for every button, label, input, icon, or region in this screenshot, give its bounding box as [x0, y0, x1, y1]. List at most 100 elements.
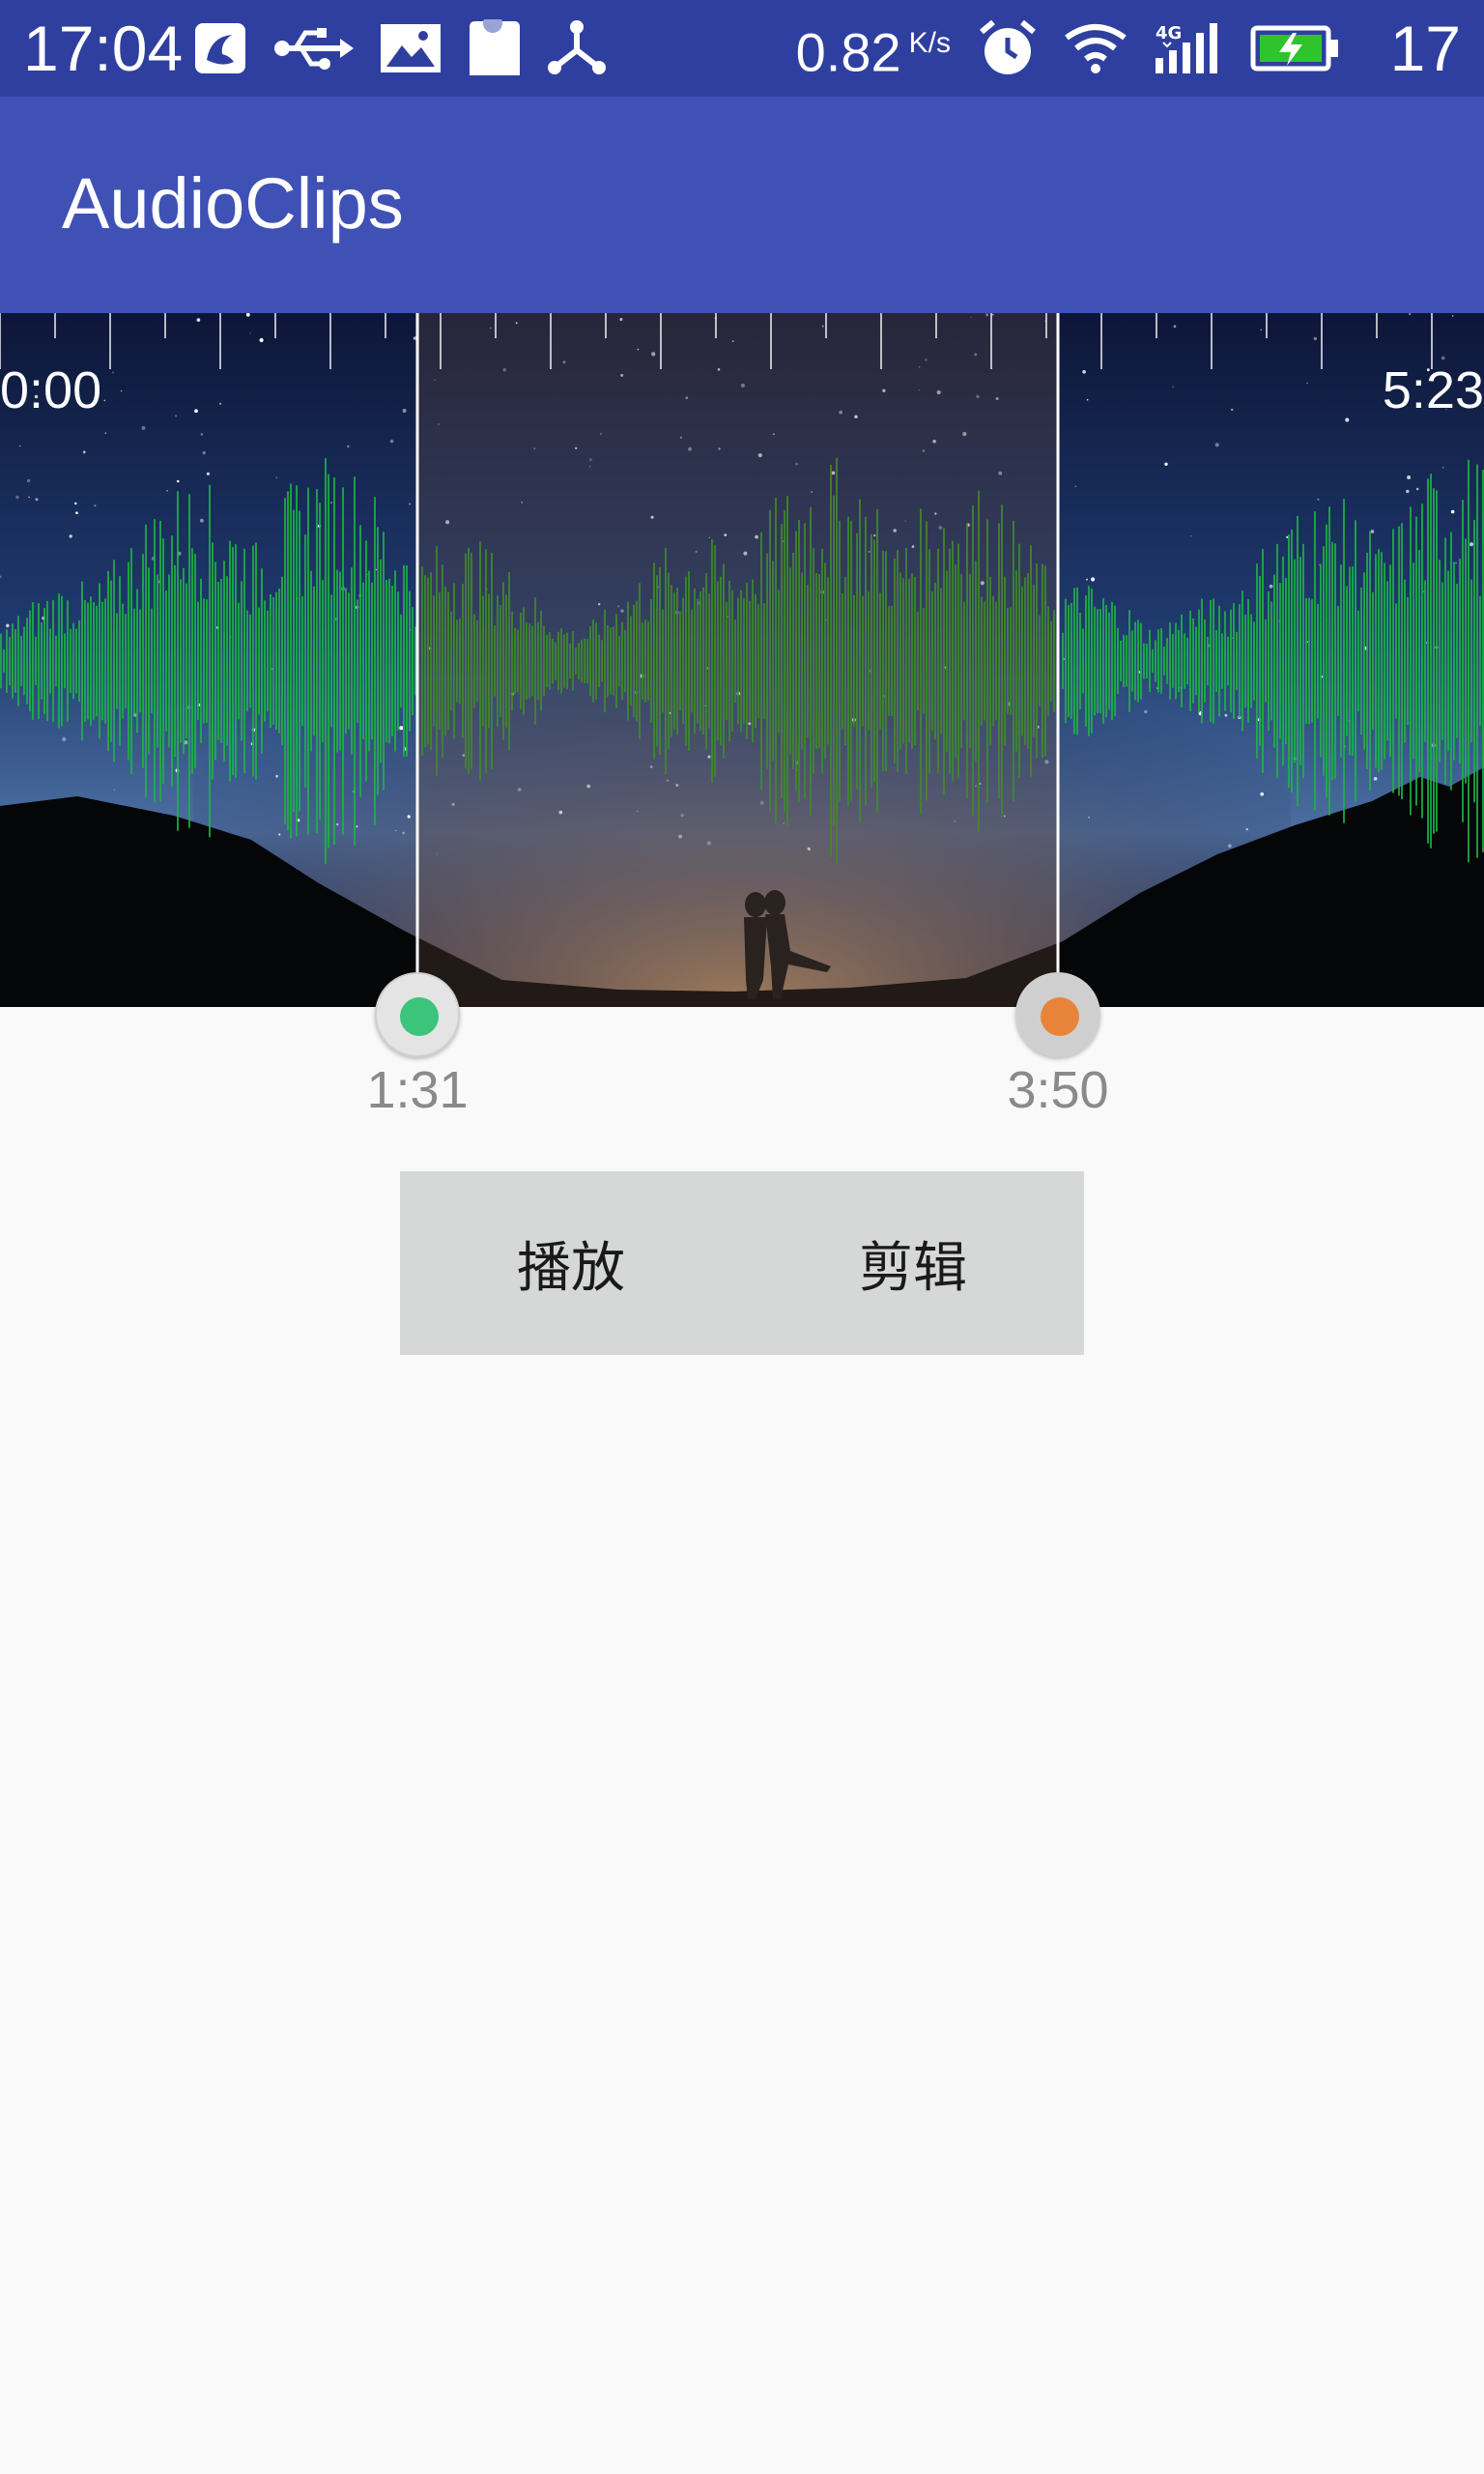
star	[336, 822, 339, 826]
waveform-bar	[107, 570, 109, 751]
waveform-bar	[781, 524, 783, 798]
waveform-bar	[824, 562, 826, 760]
waveform-bar	[1299, 557, 1301, 765]
waveform-bar	[1137, 619, 1139, 703]
waveform-bar	[476, 620, 478, 703]
waveform-bar	[621, 621, 623, 701]
waveform-bar	[270, 593, 271, 729]
waveform-bar	[836, 457, 838, 865]
waveform-bar	[592, 619, 594, 703]
waveform-bar	[1195, 626, 1197, 696]
star	[356, 825, 358, 828]
waveform-bar	[61, 595, 63, 727]
waveform-bar	[856, 532, 858, 790]
waveform-panel[interactable]: 0:00 5:23	[0, 313, 1484, 1007]
play-button[interactable]: 播放	[400, 1171, 742, 1355]
waveform-bar	[1439, 560, 1441, 762]
star	[1086, 578, 1088, 581]
star	[94, 504, 97, 507]
waveform-bar	[1160, 628, 1162, 694]
waveform-bar	[673, 592, 675, 730]
waveform-bar	[505, 594, 507, 728]
waveform-bar	[818, 574, 820, 748]
waveform-bar	[586, 639, 588, 683]
status-time: 17:04	[23, 13, 184, 84]
waveform-bar	[177, 491, 179, 831]
waveform-bar	[1291, 529, 1293, 793]
star	[75, 511, 78, 514]
star	[375, 568, 378, 571]
waveform-bar	[499, 605, 501, 717]
waveform-bar	[52, 599, 54, 723]
waveform-bar	[430, 572, 432, 750]
waveform-bar	[528, 623, 530, 699]
waveform-bar	[589, 626, 591, 696]
waveform-bar	[926, 521, 928, 801]
star	[1260, 329, 1262, 331]
waveform-bar	[534, 597, 536, 725]
waveform-bar	[870, 533, 872, 789]
waveform-bar	[882, 550, 884, 772]
waveform-bar	[1030, 545, 1032, 777]
waveform-view[interactable]	[0, 313, 1484, 1007]
star	[1231, 408, 1234, 412]
waveform-bar	[1250, 614, 1252, 708]
waveform-bar	[1392, 529, 1394, 793]
waveform-bar	[1001, 504, 1003, 818]
waveform-bar	[853, 594, 855, 728]
waveform-bar	[1068, 604, 1070, 717]
end-marker-handle[interactable]	[1015, 972, 1100, 1057]
waveform-bar	[928, 549, 930, 773]
waveform-bar	[322, 580, 324, 742]
start-marker-handle[interactable]	[375, 972, 460, 1057]
waveform-bar	[96, 605, 98, 717]
waveform-bar	[1198, 609, 1200, 713]
waveform-bar	[575, 647, 577, 675]
waveform-bar	[479, 541, 481, 781]
waveform-bar	[899, 572, 901, 750]
waveform-bar	[232, 547, 234, 775]
waveform-bar	[151, 608, 153, 714]
waveform-bar	[607, 625, 609, 697]
star	[1441, 467, 1444, 469]
waveform-bar	[1259, 576, 1261, 746]
waveform-bar	[694, 588, 696, 734]
waveform-bar	[943, 528, 945, 794]
clip-button[interactable]: 剪辑	[742, 1171, 1084, 1355]
battery-level: 17	[1389, 13, 1461, 84]
waveform-bar	[1328, 506, 1330, 816]
timeline-end-label: 5:23	[1382, 361, 1484, 419]
waveform-bar	[368, 570, 370, 752]
star	[1164, 462, 1168, 466]
waveform-bar	[333, 476, 335, 846]
waveform-bar	[743, 597, 745, 725]
waveform-bar	[439, 591, 441, 731]
star	[1086, 398, 1089, 401]
waveform-bar	[757, 604, 759, 718]
waveform-bar	[1062, 632, 1064, 690]
star	[6, 623, 10, 628]
waveform-bar	[763, 603, 765, 719]
waveform-bar	[1192, 618, 1194, 704]
waveform-bar	[442, 564, 443, 758]
star	[74, 502, 77, 505]
waveform-bar	[186, 583, 187, 739]
waveform-bar	[517, 629, 519, 693]
waveform-bar	[471, 553, 472, 769]
waveform-bar	[1128, 610, 1130, 712]
waveform-bar	[424, 575, 426, 747]
star	[1409, 313, 1412, 316]
waveform-bar	[157, 574, 158, 748]
waveform-bar	[1427, 478, 1429, 844]
waveform-bar	[90, 596, 92, 726]
waveform-bar	[1230, 609, 1232, 713]
start-marker-dot	[400, 997, 439, 1036]
waveform-bar	[1091, 589, 1093, 734]
waveform-bar	[1282, 556, 1284, 766]
waveform-bar	[986, 519, 988, 803]
app-title: AudioClips	[62, 163, 404, 244]
waveform-bar	[760, 532, 762, 791]
waveform-bar	[1317, 603, 1319, 719]
waveform-bar	[914, 576, 916, 746]
waveform-bar	[798, 519, 800, 803]
